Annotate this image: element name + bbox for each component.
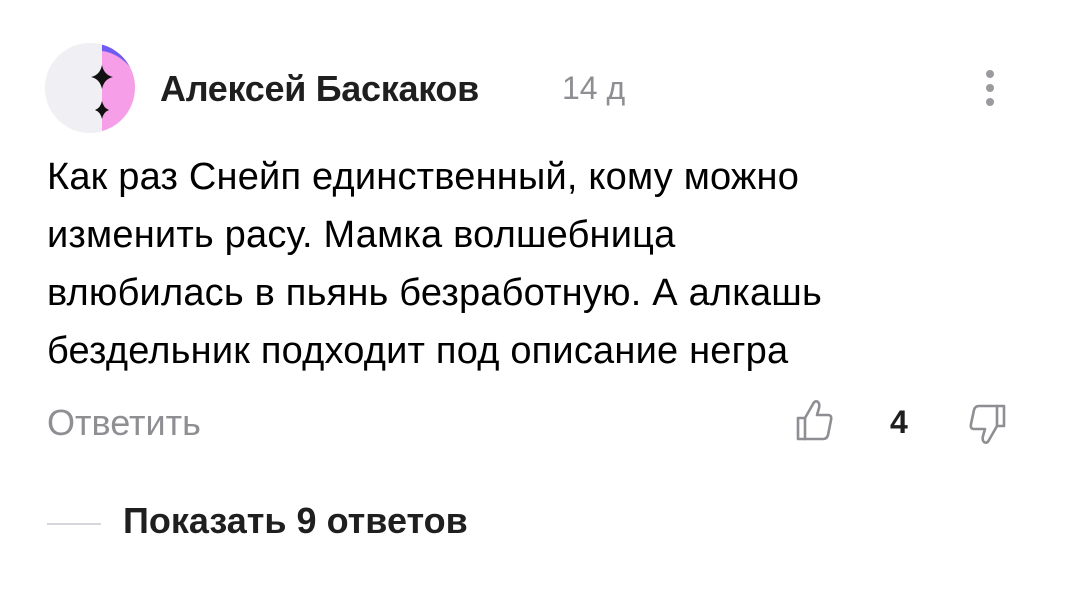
- more-vertical-icon: [986, 98, 994, 106]
- thumb-up-icon: [796, 400, 833, 441]
- comment-text: Как раз Снейп единственный, кому можно и…: [47, 148, 1037, 380]
- comment-time: 14 д: [562, 70, 626, 106]
- comment-text-line: Как раз Снейп единственный, кому можно: [47, 156, 800, 198]
- like-count: 4: [890, 404, 908, 440]
- replies-divider: [47, 523, 101, 525]
- author-name[interactable]: Алексей Баскаков: [160, 68, 479, 110]
- like-button[interactable]: [792, 396, 836, 444]
- reply-button[interactable]: Ответить: [47, 402, 201, 444]
- more-vertical-icon: [986, 84, 994, 92]
- comment-text-line: изменить расу. Мамка волшебница: [47, 214, 676, 256]
- avatar-sparkle-icon: [45, 43, 135, 133]
- dislike-button[interactable]: [966, 400, 1010, 448]
- comment: Алексей Баскаков 14 д Как раз Снейп един…: [0, 0, 1080, 602]
- thumb-down-icon: [969, 404, 1006, 444]
- show-replies-button[interactable]: Показать 9 ответов: [123, 500, 468, 542]
- avatar[interactable]: [45, 43, 135, 133]
- more-options-button[interactable]: [972, 66, 1008, 110]
- comment-text-line: бездельник подходит под описание негра: [47, 330, 789, 372]
- comment-text-line: влюбилась в пьянь безработную. А алкашь: [47, 272, 822, 314]
- more-vertical-icon: [986, 70, 994, 78]
